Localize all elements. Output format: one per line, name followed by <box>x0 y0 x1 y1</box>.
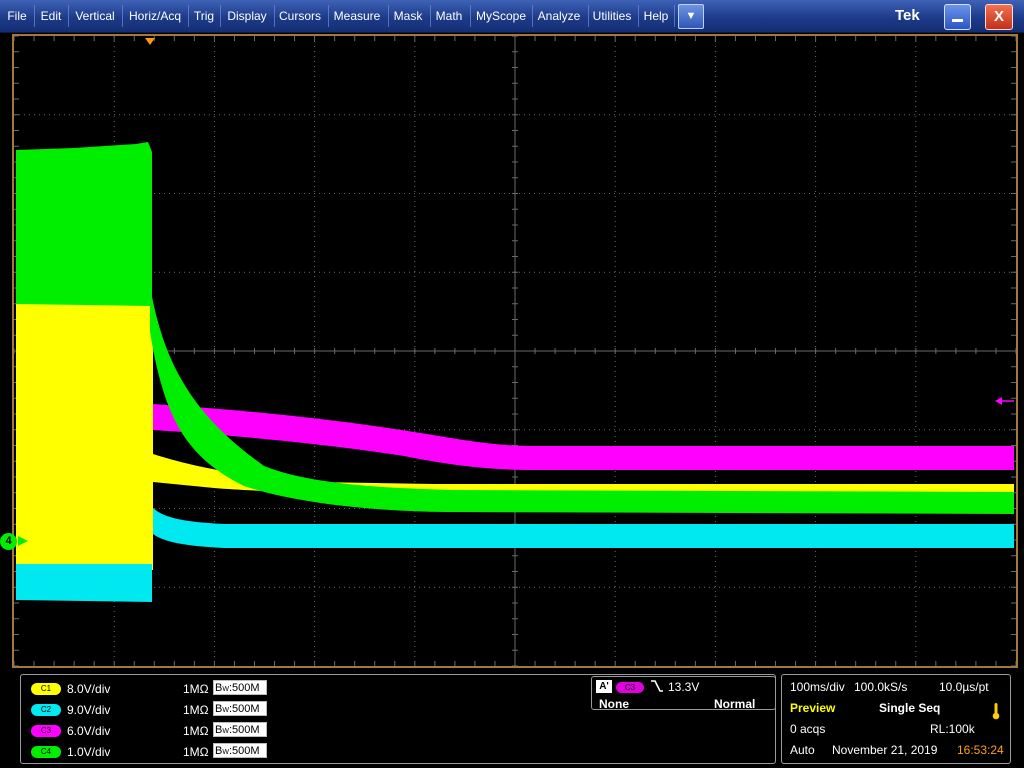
menu-separator <box>220 5 221 27</box>
channel-scale: 8.0V/div <box>67 682 111 696</box>
menu-mask[interactable]: Mask <box>390 0 426 32</box>
menu-horiz-acq[interactable]: Horiz/Acq <box>124 0 186 32</box>
menu-separator <box>588 5 589 27</box>
trigger-settings-box[interactable]: A' C3 13.3V None Normal <box>591 676 776 711</box>
time-per-point: 10.0µs/pt <box>939 680 989 694</box>
menu-separator <box>274 5 275 27</box>
menu-separator <box>328 5 329 27</box>
channel-badge-c2[interactable]: C2 <box>31 704 61 716</box>
channel-badge-c4[interactable]: C4 <box>31 746 61 758</box>
menu-analyze[interactable]: Analyze <box>534 0 584 32</box>
menu-math[interactable]: Math <box>432 0 466 32</box>
menu-dropdown-button[interactable]: ▼ <box>678 4 704 29</box>
ground-arrow-icon <box>18 536 28 546</box>
menu-vertical[interactable]: Vertical <box>70 0 120 32</box>
menu-display[interactable]: Display <box>222 0 272 32</box>
menu-bar: File Edit Vertical Horiz/Acq Trig Displa… <box>0 0 1024 33</box>
bandwidth-box: BW:500M <box>213 680 267 695</box>
menu-separator <box>68 5 69 27</box>
trigger-mode: Normal <box>714 697 756 711</box>
menu-separator <box>34 5 35 27</box>
menu-trig[interactable]: Trig <box>190 0 218 32</box>
trigger-source-badge: C3 <box>616 682 644 693</box>
acquisition-count: 0 acqs <box>790 722 826 736</box>
channel-impedance: 1MΩ <box>183 703 209 717</box>
bandwidth-box: BW:500M <box>213 722 267 737</box>
acquisition-date: November 21, 2019 <box>832 743 938 757</box>
menu-edit[interactable]: Edit <box>36 0 66 32</box>
menu-separator <box>532 5 533 27</box>
menu-separator <box>674 5 675 27</box>
channel-badge-c3[interactable]: C3 <box>31 725 61 737</box>
channel-badge-c1[interactable]: C1 <box>31 683 61 695</box>
channel-row-c3[interactable]: C3 6.0V/div 1MΩ BW:500M <box>31 721 291 741</box>
channel-row-c2[interactable]: C2 9.0V/div 1MΩ BW:500M <box>31 700 291 720</box>
channel-scale: 1.0V/div <box>67 745 111 759</box>
minimize-button[interactable] <box>944 4 971 30</box>
bandwidth-box: BW:500M <box>213 743 267 758</box>
channel-row-c1[interactable]: C1 8.0V/div 1MΩ BW:500M <box>31 679 291 699</box>
menu-file[interactable]: File <box>2 0 32 32</box>
channel-scale: 9.0V/div <box>67 703 111 717</box>
chevron-down-icon: ▼ <box>685 10 697 22</box>
channel-row-c4[interactable]: C4 1.0V/div 1MΩ BW:500M <box>31 742 291 762</box>
trace-c4-tail <box>150 286 1014 514</box>
menu-measure[interactable]: Measure <box>330 0 384 32</box>
falling-edge-icon <box>650 679 664 693</box>
sample-rate: 100.0kS/s <box>854 680 908 694</box>
menu-help[interactable]: Help <box>640 0 672 32</box>
waveform-canvas[interactable] <box>14 36 1016 666</box>
menu-separator <box>388 5 389 27</box>
menu-utilities[interactable]: Utilities <box>590 0 634 32</box>
ground-marker-c4[interactable]: 4 <box>0 533 17 550</box>
close-button[interactable]: X <box>985 4 1013 30</box>
trace-c3-tail <box>153 404 1014 470</box>
menu-separator <box>470 5 471 27</box>
menu-separator <box>430 5 431 27</box>
menu-separator <box>188 5 189 27</box>
menu-cursors[interactable]: Cursors <box>276 0 324 32</box>
trace-c2-tail <box>153 508 1014 548</box>
run-mode: Single Seq <box>879 701 941 715</box>
menu-myscope[interactable]: MyScope <box>472 0 530 32</box>
acquisition-panel[interactable]: 100ms/div 100.0kS/s 10.0µs/pt Preview Si… <box>781 674 1011 764</box>
trace-c4 <box>16 142 152 306</box>
horizontal-scale: 100ms/div <box>790 680 845 694</box>
acquisition-state: Preview <box>790 701 836 715</box>
acquisition-time: 16:53:24 <box>957 743 1004 757</box>
record-length: RL:100k <box>930 722 975 736</box>
thermometer-icon <box>992 702 1000 723</box>
bandwidth-box: BW:500M <box>213 701 267 716</box>
trace-c1 <box>16 302 153 570</box>
channel-scale: 6.0V/div <box>67 724 111 738</box>
trigger-position-icon[interactable] <box>145 38 155 45</box>
channel-impedance: 1MΩ <box>183 724 209 738</box>
trigger-coupling: None <box>599 697 629 711</box>
channel-impedance: 1MΩ <box>183 745 209 759</box>
menu-separator <box>122 5 123 27</box>
channel-impedance: 1MΩ <box>183 682 209 696</box>
trace-c2 <box>16 564 152 602</box>
trigger-mode-auto: Auto <box>790 743 815 757</box>
brand-logo: Tek <box>895 7 920 24</box>
trigger-type-label: A' <box>596 680 612 693</box>
trigger-level: 13.3V <box>668 680 700 694</box>
menu-separator <box>638 5 639 27</box>
minimize-icon <box>952 19 963 22</box>
